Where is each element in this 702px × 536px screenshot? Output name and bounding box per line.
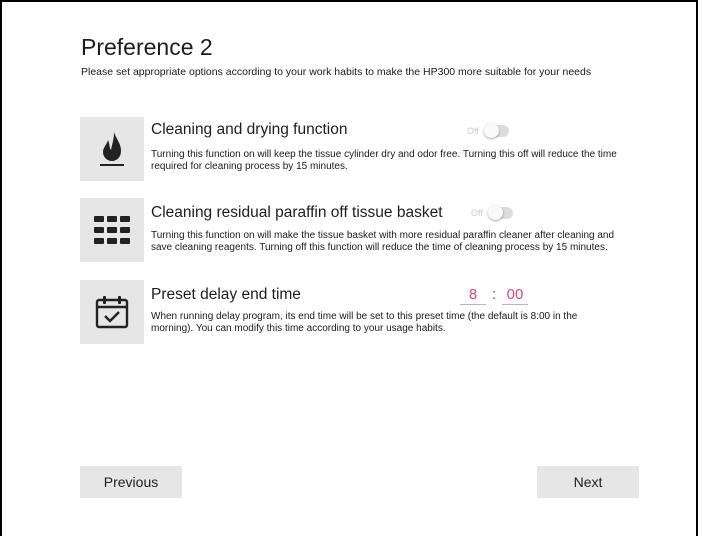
hour-input[interactable]: 8 [460, 286, 486, 305]
time-separator: : [492, 286, 497, 303]
flame-icon-box [80, 117, 144, 181]
option-title: Cleaning and drying function [151, 121, 348, 138]
toggle-knob [487, 205, 503, 220]
previous-button[interactable]: Previous [80, 466, 182, 498]
option-cleaning-drying: Cleaning and drying function Off Turning… [80, 117, 640, 181]
toggle-state-label: Off [467, 126, 479, 136]
option-title: Cleaning residual paraffin off tissue ba… [151, 204, 443, 221]
window-frame [0, 0, 698, 536]
toggle-state-label: Off [471, 208, 483, 218]
option-title: Preset delay end time [151, 286, 301, 303]
grid-icon [94, 216, 130, 244]
page-subtitle: Please set appropriate options according… [81, 66, 592, 78]
grid-icon-box [80, 198, 144, 262]
calendar-icon-box [80, 280, 144, 344]
cleaning-drying-toggle[interactable]: Off [467, 123, 509, 138]
next-button[interactable]: Next [537, 466, 639, 498]
flame-icon [100, 132, 124, 166]
calendar-check-icon [95, 296, 129, 329]
option-cleaning-paraffin: Cleaning residual paraffin off tissue ba… [80, 198, 640, 262]
option-description: Turning this function on will make the t… [151, 230, 615, 253]
minute-input[interactable]: 00 [502, 286, 528, 305]
page-title: Preference 2 [81, 34, 213, 60]
toggle-knob [483, 123, 499, 138]
cleaning-paraffin-toggle[interactable]: Off [471, 205, 513, 220]
option-description: Turning this function on will keep the t… [151, 149, 617, 172]
option-description: When running delay program, its end time… [151, 311, 578, 334]
option-preset-delay: Preset delay end time 8 : 00 When runnin… [80, 280, 640, 344]
toggle-switch[interactable] [483, 123, 509, 138]
toggle-switch[interactable] [487, 205, 513, 220]
